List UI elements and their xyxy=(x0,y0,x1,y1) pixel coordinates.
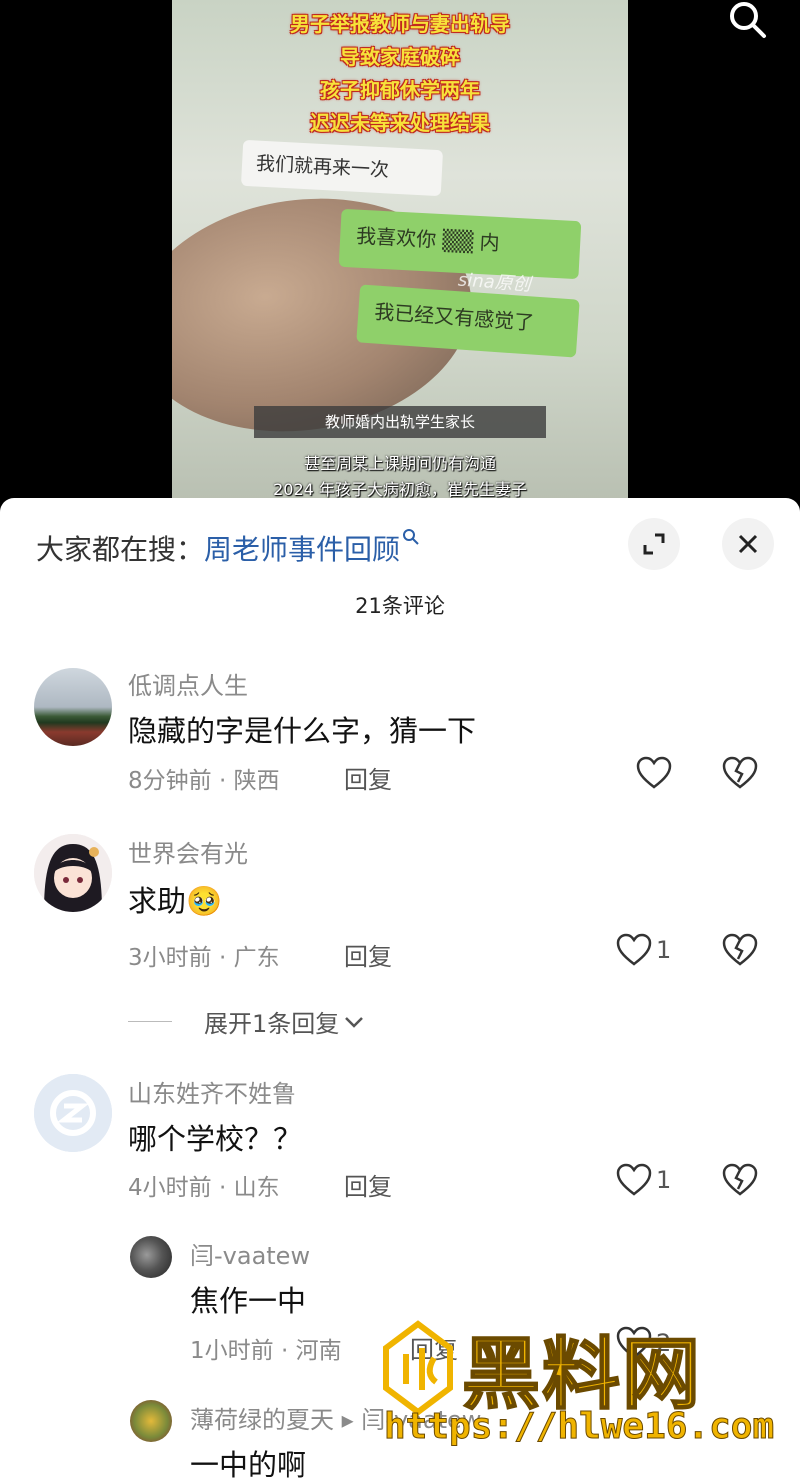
reply-button[interactable]: 回复 xyxy=(344,1167,392,1202)
caption-box: 教师婚内出轨学生家长 xyxy=(254,406,546,438)
comment-author[interactable]: 山东姓齐不姓鲁 xyxy=(128,1074,296,1109)
avatar[interactable] xyxy=(130,1400,172,1442)
avatar[interactable] xyxy=(34,668,112,746)
heart-icon xyxy=(636,756,672,789)
close-icon xyxy=(738,534,758,554)
subtitle-line-1: 甚至周某上课期间仍有沟通 xyxy=(303,454,496,473)
avatar[interactable] xyxy=(34,834,112,912)
headline-line-3: 孩子抑郁休学两年 xyxy=(320,78,480,102)
dislike-button[interactable] xyxy=(722,756,758,794)
comment-meta: 8分钟前 · 陕西 xyxy=(128,768,280,794)
video-frame: 我们就再来一次 我喜欢你 ▒▒ 内 我已经又有感觉了 sina原创 男子举报教师… xyxy=(172,0,628,500)
comment-meta: 4小时前 · 山东 xyxy=(128,1175,280,1201)
reply-meta: 1小时前 · 河南 xyxy=(190,1338,342,1364)
comment-text: 求助🥹 xyxy=(128,884,223,918)
like-button[interactable]: 1 xyxy=(616,1163,671,1197)
headline-line-1: 男子举报教师与妻出轨导 xyxy=(290,12,510,36)
reply-text: 一中的啊 xyxy=(190,1448,307,1482)
trending-search[interactable]: 大家都在搜：周老师事件回顾 xyxy=(36,528,420,568)
subtitle-line-2: 2024 年孩子大病初愈，崔先生妻子 xyxy=(273,480,527,499)
chevron-down-icon xyxy=(345,1016,364,1028)
avatar[interactable] xyxy=(34,1074,112,1152)
reply-button[interactable]: 回复 xyxy=(344,760,392,795)
like-button[interactable]: 1 xyxy=(616,933,671,967)
broken-heart-icon xyxy=(722,1163,758,1196)
search-icon[interactable] xyxy=(724,0,772,40)
expand-icon xyxy=(643,533,665,555)
reply-button[interactable]: 回复 xyxy=(344,937,392,972)
avatar[interactable] xyxy=(130,1236,172,1278)
trending-search-prefix: 大家都在搜： xyxy=(36,533,205,566)
watermark-url: https://hlwe16.com xyxy=(383,1406,775,1448)
dislike-button[interactable] xyxy=(722,933,758,971)
expand-replies-label: 展开1条回复 xyxy=(204,1010,340,1038)
trending-search-link[interactable]: 周老师事件回顾 xyxy=(204,533,400,566)
like-button[interactable] xyxy=(636,756,672,790)
like-count: 1 xyxy=(656,936,672,964)
chat-bubble-white: 我们就再来一次 xyxy=(240,139,444,197)
broken-heart-icon xyxy=(722,933,758,966)
comment-text: 隐藏的字是什么字，猜一下 xyxy=(128,714,477,748)
comment-author[interactable]: 低调点人生 xyxy=(128,666,248,701)
dislike-button[interactable] xyxy=(722,1163,758,1201)
close-button[interactable] xyxy=(722,518,774,570)
broken-heart-icon xyxy=(722,756,758,789)
headline-line-4: 迟迟未等来处理结果 xyxy=(310,111,490,135)
expand-fullscreen-button[interactable] xyxy=(628,518,680,570)
heart-icon xyxy=(616,1163,652,1196)
small-search-icon xyxy=(403,529,419,545)
comment-author[interactable]: 世界会有光 xyxy=(128,834,248,869)
reply-author[interactable]: 闫-vaatew xyxy=(190,1236,310,1271)
headline-line-2: 导致家庭破碎 xyxy=(340,45,460,69)
comment-meta: 3小时前 · 广东 xyxy=(128,945,280,971)
reply-text: 焦作一中 xyxy=(190,1284,307,1318)
sina-watermark: sina原创 xyxy=(457,269,532,296)
comment-text: 哪个学校？？ xyxy=(128,1122,303,1156)
video-player[interactable]: 我们就再来一次 我喜欢你 ▒▒ 内 我已经又有感觉了 sina原创 男子举报教师… xyxy=(0,0,800,500)
heart-icon xyxy=(616,933,652,966)
like-count: 1 xyxy=(656,1166,672,1194)
expand-replies-button[interactable]: 展开1条回复 xyxy=(128,1004,365,1039)
comment-count: 21条评论 xyxy=(355,594,445,618)
divider-line xyxy=(128,1021,172,1022)
